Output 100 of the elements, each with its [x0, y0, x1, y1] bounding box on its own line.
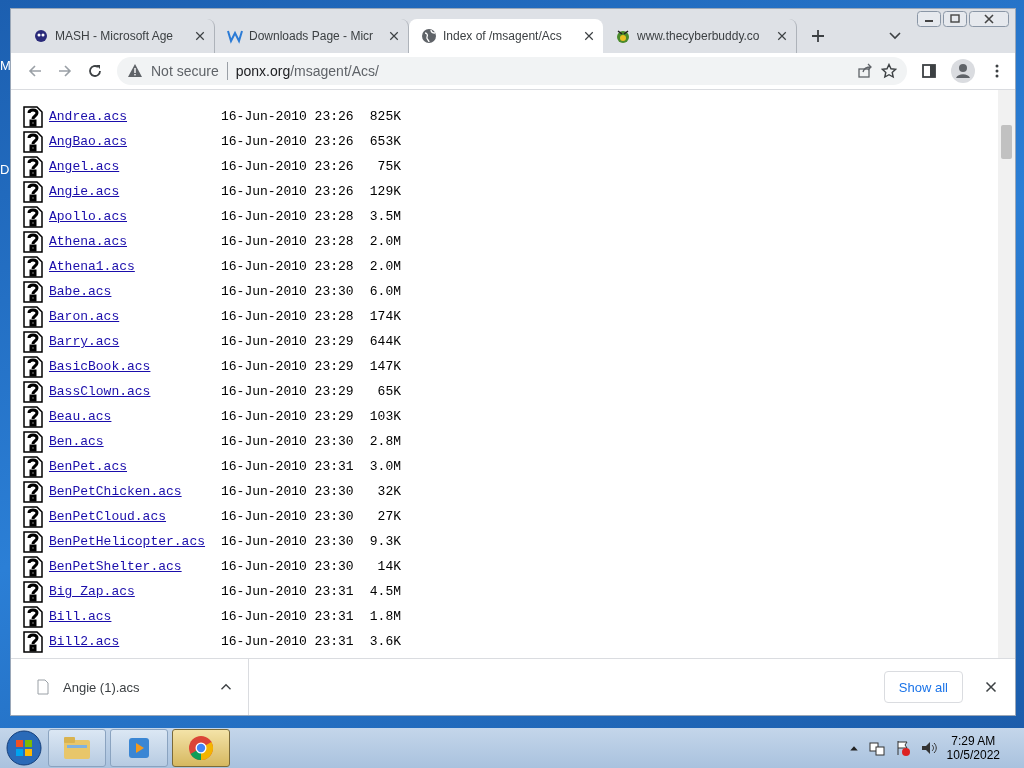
chevron-down-icon[interactable] — [889, 32, 901, 40]
file-size: 644K — [368, 334, 401, 349]
close-icon[interactable] — [969, 11, 1009, 27]
file-link[interactable]: Andrea.acs — [49, 109, 221, 124]
file-link[interactable]: Athena1.acs — [49, 259, 221, 274]
browser-tab[interactable]: Index of /msagent/Acs — [409, 19, 603, 53]
unknown-file-icon — [23, 380, 43, 403]
file-size: 27K — [376, 509, 401, 524]
download-item[interactable]: Angie (1).acs — [11, 659, 249, 715]
file-link[interactable]: Angie.acs — [49, 184, 221, 199]
side-panel-icon — [921, 63, 937, 79]
file-size: 825K — [368, 109, 401, 124]
file-size: 32K — [376, 484, 401, 499]
close-icon — [776, 30, 788, 42]
modified-date: 16-Jun-2010 23:26 — [221, 109, 355, 124]
reload-icon — [87, 63, 103, 79]
file-link[interactable]: Angel.acs — [49, 159, 221, 174]
file-link[interactable]: BenPetShelter.acs — [49, 559, 221, 574]
file-size: 65K — [376, 384, 401, 399]
file-size: 2.0M — [368, 259, 401, 274]
file-link[interactable]: BasicBook.acs — [49, 359, 221, 374]
modified-date: 16-Jun-2010 23:31 — [221, 609, 355, 624]
modified-date: 16-Jun-2010 23:29 — [221, 334, 355, 349]
file-size: 4.5M — [368, 584, 401, 599]
modified-date: 16-Jun-2010 23:28 — [221, 234, 355, 249]
unknown-file-icon — [23, 505, 43, 528]
file-link[interactable]: Bill.acs — [49, 609, 221, 624]
close-icon — [985, 681, 997, 693]
unknown-file-icon — [23, 355, 43, 378]
modified-date: 16-Jun-2010 23:30 — [221, 484, 355, 499]
taskbar-button[interactable] — [172, 729, 230, 767]
modified-date: 16-Jun-2010 23:30 — [221, 509, 355, 524]
file-link[interactable]: BenPetHelicopter.acs — [49, 534, 221, 549]
file-size: 174K — [368, 309, 401, 324]
forward-icon — [57, 63, 73, 79]
clock[interactable]: 7:29 AM 10/5/2022 — [946, 734, 1000, 762]
flag-icon — [894, 740, 911, 756]
file-link[interactable]: Beau.acs — [49, 409, 221, 424]
close-icon — [583, 30, 595, 42]
url-text: ponx.org/msagent/Acs/ — [235, 63, 379, 79]
file-size: 3.5M — [368, 209, 401, 224]
maximize-icon[interactable] — [943, 11, 967, 27]
new-tab-icon[interactable] — [811, 29, 825, 43]
unknown-file-icon — [23, 280, 43, 303]
file-link[interactable]: BenPet.acs — [49, 459, 221, 474]
file-link[interactable]: Babe.acs — [49, 284, 221, 299]
unknown-file-icon — [23, 130, 43, 153]
file-link[interactable]: Ben.acs — [49, 434, 221, 449]
unknown-file-icon — [23, 255, 43, 278]
desktop-icon-label: M — [0, 58, 11, 73]
chrome-icon[interactable] — [188, 735, 214, 761]
unknown-file-icon — [23, 530, 43, 553]
file-size: 75K — [376, 159, 401, 174]
file-link[interactable]: Big_Zap.acs — [49, 584, 221, 599]
modified-date: 16-Jun-2010 23:26 — [221, 134, 355, 149]
file-link[interactable]: Apollo.acs — [49, 209, 221, 224]
modified-date: 16-Jun-2010 23:28 — [221, 259, 355, 274]
file-size: 3.0M — [368, 459, 401, 474]
file-link[interactable]: BenPetChicken.acs — [49, 484, 221, 499]
file-size: 1.8M — [368, 609, 401, 624]
modified-date: 16-Jun-2010 23:26 — [221, 159, 355, 174]
modified-date: 16-Jun-2010 23:29 — [221, 359, 355, 374]
modified-date: 16-Jun-2010 23:29 — [221, 384, 355, 399]
modified-date: 16-Jun-2010 23:31 — [221, 459, 355, 474]
profile-icon[interactable] — [951, 59, 975, 83]
address-bar[interactable]: Not secure ponx.org/msagent/Acs/ — [117, 57, 907, 85]
media-player-icon[interactable] — [127, 736, 151, 760]
close-icon — [194, 30, 206, 42]
unknown-file-icon — [23, 105, 43, 128]
file-size: 147K — [368, 359, 401, 374]
file-size: 129K — [368, 184, 401, 199]
unknown-file-icon — [23, 455, 43, 478]
globe-icon — [421, 28, 437, 44]
taskbar-button[interactable] — [110, 729, 168, 767]
star-icon — [881, 63, 897, 79]
unknown-file-icon — [23, 605, 43, 628]
file-link[interactable]: Bill2.acs — [49, 634, 221, 649]
file-size: 103K — [368, 409, 401, 424]
speaker-icon — [920, 740, 937, 756]
modified-date: 16-Jun-2010 23:30 — [221, 534, 355, 549]
start-button[interactable] — [4, 729, 44, 767]
unknown-file-icon — [23, 330, 43, 353]
modified-date: 16-Jun-2010 23:26 — [221, 184, 355, 199]
file-size: 6.0M — [368, 284, 401, 299]
file-link[interactable]: Baron.acs — [49, 309, 221, 324]
file-link[interactable]: Athena.acs — [49, 234, 221, 249]
minimize-icon[interactable] — [917, 11, 941, 27]
unknown-file-icon — [23, 480, 43, 503]
file-link[interactable]: AngBao.acs — [49, 134, 221, 149]
modified-date: 16-Jun-2010 23:29 — [221, 409, 355, 424]
unknown-file-icon — [23, 580, 43, 603]
scrollbar[interactable] — [998, 90, 1015, 658]
file-link[interactable]: Barry.acs — [49, 334, 221, 349]
unknown-file-icon — [23, 405, 43, 428]
show-all-button[interactable]: Show all — [883, 671, 963, 703]
file-size: 2.0M — [368, 234, 401, 249]
unknown-file-icon — [23, 630, 43, 653]
file-link[interactable]: BenPetCloud.acs — [49, 509, 221, 524]
file-size: 3.6K — [368, 634, 401, 649]
file-link[interactable]: BassClown.acs — [49, 384, 221, 399]
